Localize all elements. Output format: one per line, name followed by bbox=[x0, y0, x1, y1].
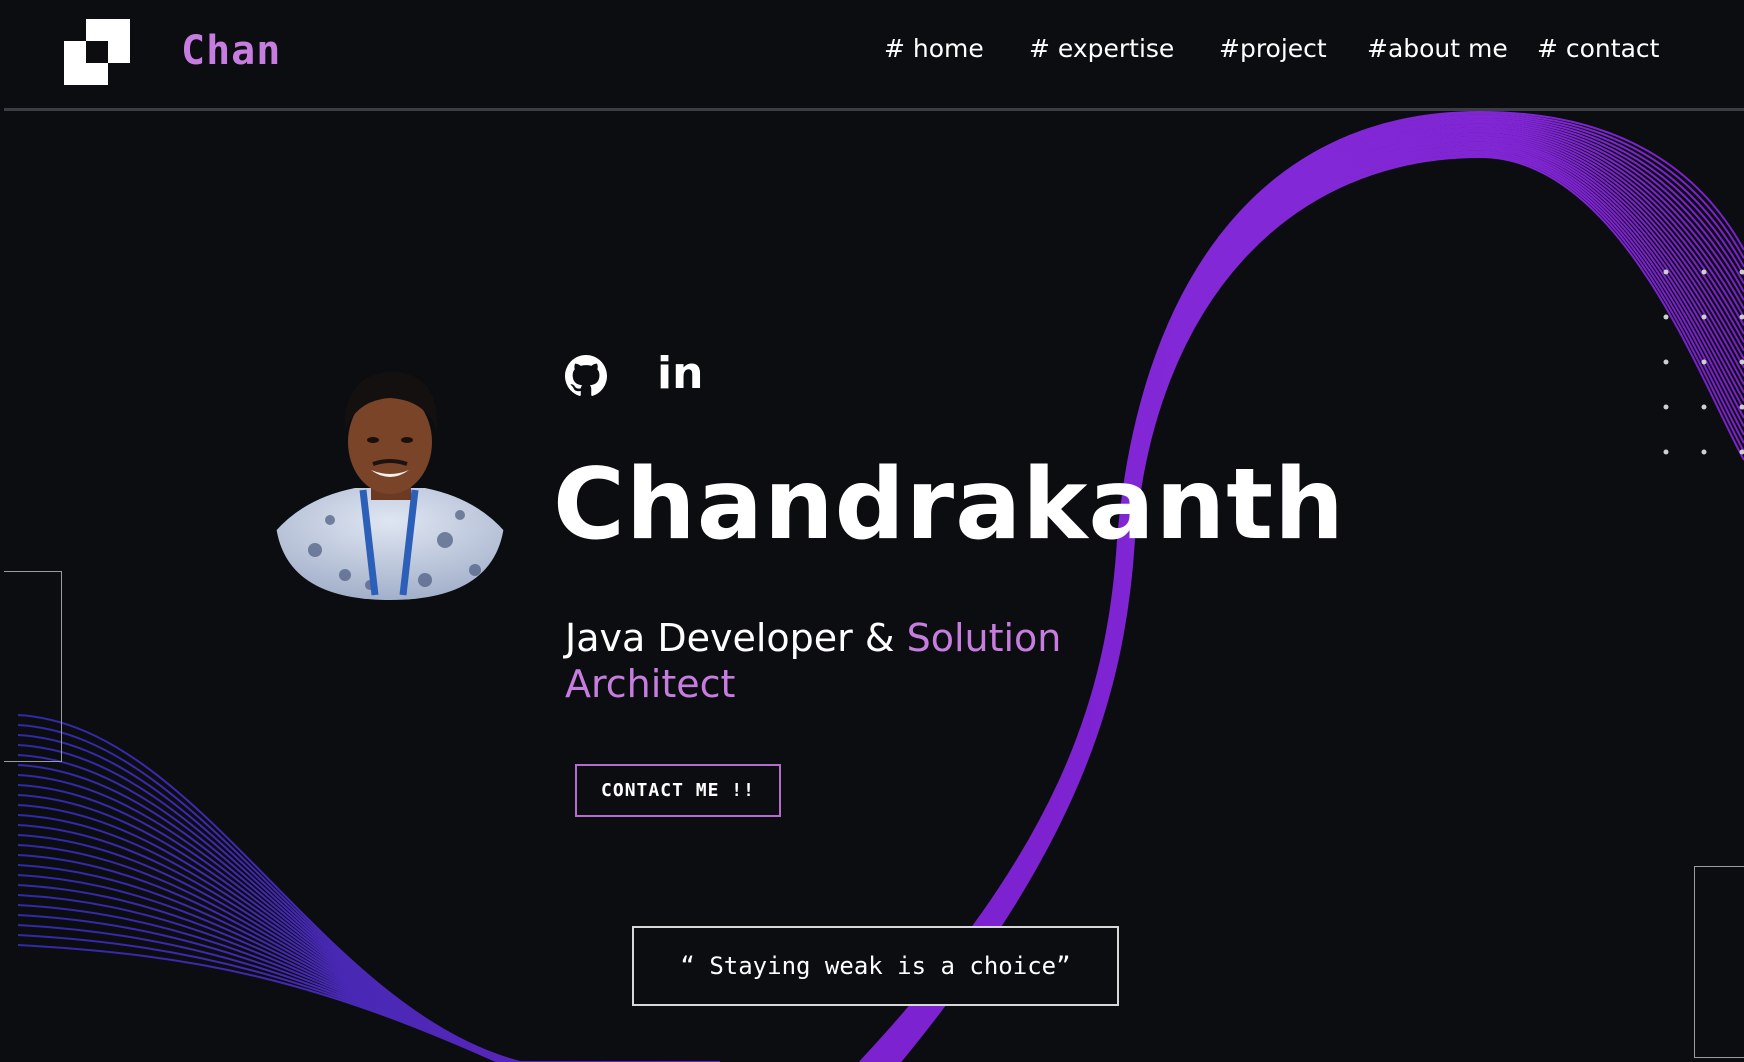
dot bbox=[1663, 314, 1669, 320]
page: Chan # home # expertise #project #about … bbox=[0, 0, 1744, 1062]
linkedin-icon[interactable]: in bbox=[657, 352, 703, 396]
wave-line bbox=[17, 854, 720, 1062]
wave-line bbox=[881, 136, 1744, 1062]
brand-name[interactable]: Chan bbox=[181, 28, 281, 74]
wave-line bbox=[891, 146, 1744, 1062]
dot bbox=[1663, 449, 1669, 455]
pixel-logo-icon[interactable] bbox=[64, 19, 130, 85]
wave-line bbox=[17, 864, 720, 1062]
nav-link-expertise[interactable]: # expertise bbox=[1029, 34, 1174, 63]
wave-line bbox=[883, 137, 1744, 1062]
wave-line bbox=[17, 874, 720, 1062]
wave-line bbox=[878, 132, 1744, 1062]
dot bbox=[1701, 314, 1707, 320]
nav-link-about-me[interactable]: #about me bbox=[1367, 34, 1508, 63]
wave-line bbox=[17, 884, 720, 1062]
wave-line bbox=[17, 834, 720, 1062]
wave-line bbox=[17, 794, 720, 1062]
dot bbox=[1701, 359, 1707, 365]
dot bbox=[1701, 404, 1707, 410]
wave-line bbox=[889, 145, 1744, 1062]
decorative-frame-right bbox=[1694, 866, 1744, 1058]
wave-line bbox=[17, 784, 720, 1062]
wave-line bbox=[880, 134, 1744, 1062]
nav-link-contact[interactable]: # contact bbox=[1537, 34, 1659, 63]
hero-name: Chandrakanth bbox=[553, 448, 1345, 562]
wave-line bbox=[888, 143, 1744, 1062]
github-icon[interactable] bbox=[565, 355, 607, 397]
wave-line bbox=[17, 804, 720, 1062]
dot bbox=[1663, 269, 1669, 275]
wave-line bbox=[884, 139, 1744, 1062]
profile-avatar bbox=[275, 372, 505, 600]
contact-me-button[interactable]: CONTACT ME !! bbox=[575, 764, 781, 817]
decorative-frame-left bbox=[4, 571, 62, 762]
nav-link-project[interactable]: #project bbox=[1219, 34, 1327, 63]
header-divider bbox=[4, 108, 1744, 111]
quote-box: “ Staying weak is a choice” bbox=[632, 926, 1119, 1006]
dot bbox=[1701, 449, 1707, 455]
dot bbox=[1663, 404, 1669, 410]
dot bbox=[1663, 359, 1669, 365]
wave-line bbox=[17, 824, 720, 1062]
dot bbox=[1739, 404, 1744, 410]
role-prefix: Java Developer & bbox=[565, 616, 907, 660]
wave-line bbox=[886, 141, 1744, 1062]
dot bbox=[1739, 269, 1744, 275]
wave-line bbox=[17, 814, 720, 1062]
hero-role: Java Developer & Solution Architect bbox=[565, 615, 1125, 707]
wave-line bbox=[873, 127, 1744, 1062]
dot bbox=[1701, 269, 1707, 275]
nav-link-home[interactable]: # home bbox=[884, 34, 984, 63]
dot bbox=[1739, 359, 1744, 365]
wave-line bbox=[876, 130, 1744, 1062]
decorative-dot-grid bbox=[1663, 269, 1744, 455]
site-header: Chan # home # expertise #project #about … bbox=[0, 0, 1744, 110]
dot bbox=[1739, 314, 1744, 320]
dot bbox=[1739, 449, 1744, 455]
wave-line bbox=[875, 128, 1744, 1062]
